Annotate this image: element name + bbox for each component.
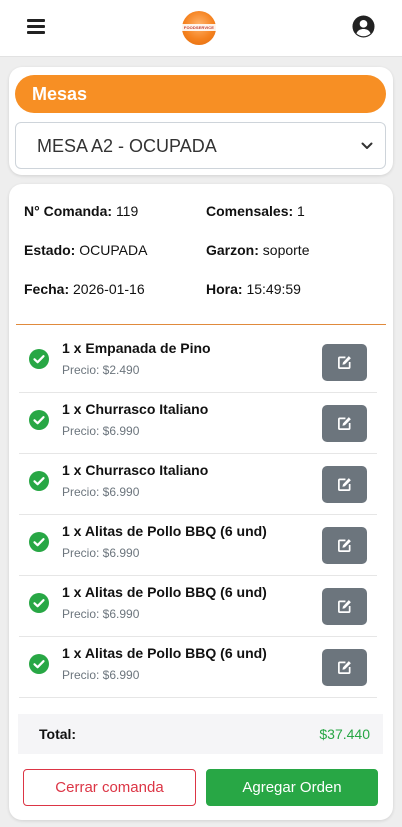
comensales: Comensales: 1 (206, 203, 305, 219)
top-navbar: FOODSERVICE (0, 0, 402, 57)
comanda-card: N° Comanda: 119 Comensales: 1 Estado: OC… (9, 184, 393, 820)
mesas-card: Mesas MESA A2 - OCUPADA (9, 67, 393, 175)
item-name: 1 x Alitas de Pollo BBQ (6 und) (62, 523, 267, 539)
edit-icon (338, 356, 351, 369)
item-price: Precio: $6.990 (62, 668, 140, 682)
agregar-orden-button[interactable]: Agregar Orden (206, 769, 378, 806)
edit-icon (338, 661, 351, 674)
estado: Estado: OCUPADA (24, 242, 148, 258)
hamburger-icon[interactable] (27, 19, 45, 34)
item-name: 1 x Churrasco Italiano (62, 401, 209, 417)
check-circle-icon (29, 471, 49, 491)
edit-icon (338, 417, 351, 430)
garzon: Garzon: soporte (206, 242, 310, 258)
list-item: 1 x Empanada de Pino Precio: $2.490 (19, 332, 377, 393)
logo-text: FOODSERVICE (183, 25, 215, 30)
item-name: 1 x Alitas de Pollo BBQ (6 und) (62, 584, 267, 600)
item-price: Precio: $2.490 (62, 363, 140, 377)
item-name: 1 x Empanada de Pino (62, 340, 211, 356)
edit-button[interactable] (322, 405, 367, 442)
comanda-number: N° Comanda: 119 (24, 203, 139, 219)
logo: FOODSERVICE (182, 11, 216, 45)
edit-icon (338, 600, 351, 613)
check-circle-icon (29, 654, 49, 674)
check-circle-icon (29, 349, 49, 369)
check-circle-icon (29, 410, 49, 430)
list-item: 1 x Churrasco Italiano Precio: $6.990 (19, 454, 377, 515)
mesas-title: Mesas (15, 75, 386, 113)
list-item: 1 x Alitas de Pollo BBQ (6 und) Precio: … (19, 637, 377, 698)
list-item: 1 x Alitas de Pollo BBQ (6 und) Precio: … (19, 576, 377, 637)
order-items-list: 1 x Empanada de Pino Precio: $2.490 1 x … (19, 332, 377, 698)
check-circle-icon (29, 593, 49, 613)
user-circle-icon[interactable] (352, 15, 375, 38)
edit-button[interactable] (322, 649, 367, 686)
item-price: Precio: $6.990 (62, 485, 140, 499)
edit-icon (338, 478, 351, 491)
mesa-select-value: MESA A2 - OCUPADA (37, 136, 217, 156)
edit-button[interactable] (322, 344, 367, 381)
edit-button[interactable] (322, 588, 367, 625)
total-label: Total: (39, 726, 77, 742)
total-bar: Total: $37.440 (18, 714, 383, 754)
item-name: 1 x Churrasco Italiano (62, 462, 209, 478)
edit-button[interactable] (322, 527, 367, 564)
item-price: Precio: $6.990 (62, 424, 140, 438)
item-price: Precio: $6.990 (62, 607, 140, 621)
check-circle-icon (29, 532, 49, 552)
chevron-down-icon (361, 142, 373, 149)
edit-button[interactable] (322, 466, 367, 503)
hora: Hora: 15:49:59 (206, 281, 301, 297)
fecha: Fecha: 2026-01-16 (24, 281, 145, 297)
item-price: Precio: $6.990 (62, 546, 140, 560)
list-item: 1 x Alitas de Pollo BBQ (6 und) Precio: … (19, 515, 377, 576)
edit-icon (338, 539, 351, 552)
cerrar-comanda-button[interactable]: Cerrar comanda (23, 769, 196, 806)
item-name: 1 x Alitas de Pollo BBQ (6 und) (62, 645, 267, 661)
divider (16, 324, 386, 325)
mesa-select[interactable]: MESA A2 - OCUPADA (15, 122, 386, 169)
list-item: 1 x Churrasco Italiano Precio: $6.990 (19, 393, 377, 454)
total-value: $37.440 (319, 726, 370, 742)
